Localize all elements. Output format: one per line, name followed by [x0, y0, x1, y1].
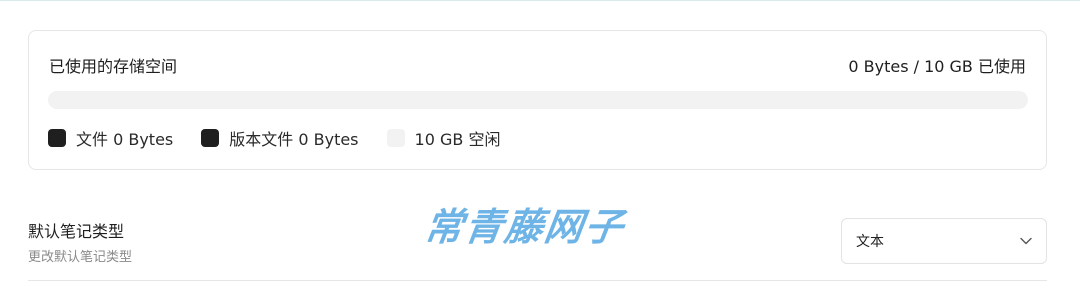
versions-swatch [201, 129, 220, 147]
default-note-type-title: 默认笔记类型 [28, 222, 125, 241]
legend-label-free: 10 GB 空闲 [414, 130, 501, 149]
files-swatch [48, 129, 66, 147]
storage-title: 已使用的存储空间 [49, 57, 178, 76]
storage-legend: 文件 0 Bytes 版本文件 0 Bytes 10 GB 空闲 [48, 126, 528, 150]
top-border [0, 0, 1080, 3]
storage-usage-bar [48, 91, 1028, 109]
section-divider [28, 280, 1047, 281]
watermark-text: 常青藤网子 [422, 206, 630, 250]
storage-usage-summary: 0 Bytes / 10 GB 已使用 [848, 57, 1026, 76]
legend-item-files: 文件 0 Bytes [48, 126, 173, 150]
chevron-down-icon [1020, 237, 1032, 245]
default-note-type-description: 更改默认笔记类型 [28, 250, 133, 265]
legend-label-versions: 版本文件 0 Bytes [229, 130, 359, 149]
select-value: 文本 [856, 234, 884, 250]
legend-item-free: 10 GB 空闲 [386, 126, 501, 150]
watermark: 常青藤网子 [418, 190, 658, 258]
storage-usage-card: 已使用的存储空间 0 Bytes / 10 GB 已使用 文件 0 Bytes … [28, 30, 1047, 170]
legend-label-files: 文件 0 Bytes [76, 130, 174, 149]
legend-item-versions: 版本文件 0 Bytes [201, 126, 359, 150]
default-note-type-select[interactable]: 文本 [841, 218, 1047, 264]
free-swatch [386, 129, 405, 147]
